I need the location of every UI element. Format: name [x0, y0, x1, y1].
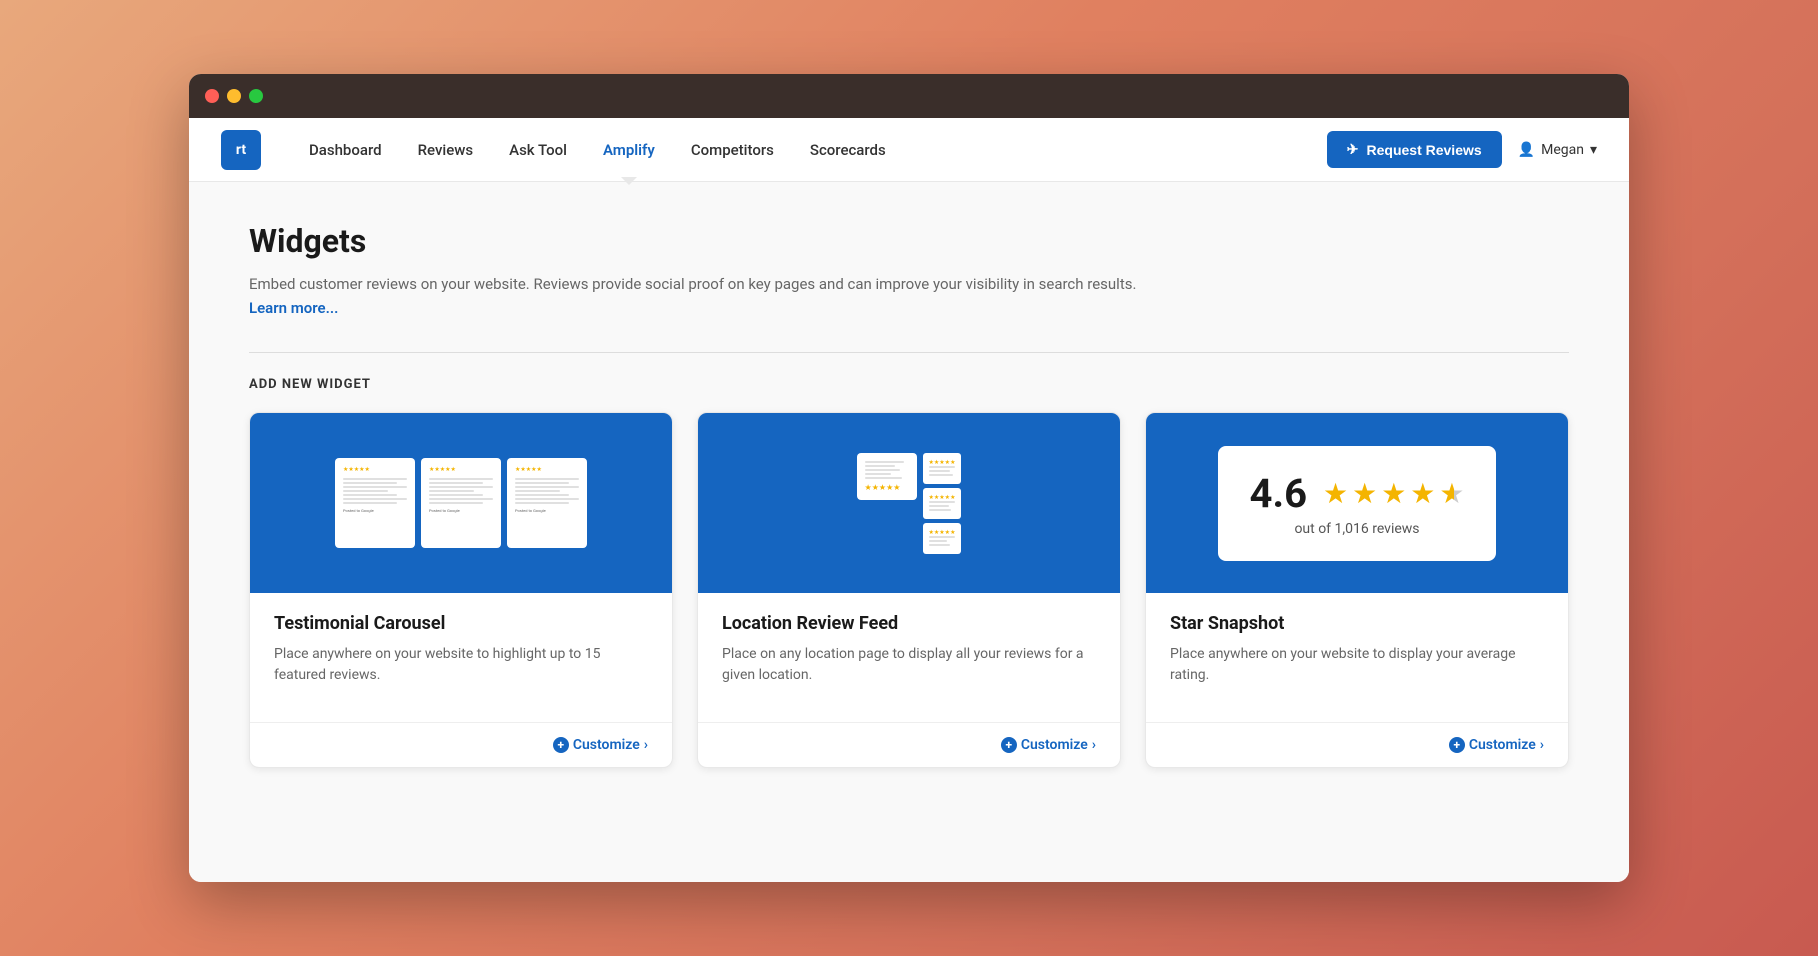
mini-stars-3: ★★★★★ [515, 466, 579, 474]
widget-desc-carousel: Place anywhere on your website to highli… [274, 644, 648, 686]
browser-window: rt Dashboard Reviews Ask Tool Amplify Co… [189, 74, 1629, 882]
plus-icon-feed: + [1001, 737, 1017, 753]
page-description-text: Embed customer reviews on your website. … [249, 275, 1136, 293]
page-title: Widgets [249, 222, 1569, 260]
customize-label-snapshot: Customize [1469, 737, 1536, 753]
widget-card-testimonial-carousel: ★★★★★ Posted to Google ★★★★★ [249, 412, 673, 768]
snapshot-preview: 4.6 ★ ★ ★ ★ ★ out of 1,016 reviews [1218, 446, 1497, 561]
chevron-down-icon: ▾ [1590, 142, 1597, 158]
navbar: rt Dashboard Reviews Ask Tool Amplify Co… [189, 118, 1629, 182]
widget-footer-carousel: + Customize › [250, 722, 672, 767]
feed-row-2: ★★★★★ [923, 488, 962, 519]
chevron-right-snapshot: › [1540, 737, 1544, 753]
browser-titlebar [189, 74, 1629, 118]
mini-stars-1: ★★★★★ [343, 466, 407, 474]
widget-desc-snapshot: Place anywhere on your website to displa… [1170, 644, 1544, 686]
user-name: Megan [1541, 142, 1584, 158]
widget-name-feed: Location Review Feed [722, 613, 1096, 634]
page-description: Embed customer reviews on your website. … [249, 272, 1149, 320]
star-2: ★ [1352, 477, 1377, 510]
nav-item-competitors[interactable]: Competitors [675, 133, 790, 167]
feed-preview: ★★★★★ ★★★★★ ★★★★★ [857, 453, 962, 554]
mini-review-2: ★★★★★ Posted to Google [421, 458, 501, 548]
nav-links: Dashboard Reviews Ask Tool Amplify Compe… [293, 133, 1327, 167]
feed-right: ★★★★★ ★★★★★ [923, 453, 962, 554]
plus-icon-carousel: + [553, 737, 569, 753]
widget-preview-feed: ★★★★★ ★★★★★ ★★★★★ [698, 413, 1120, 593]
widget-info-feed: Location Review Feed Place on any locati… [698, 593, 1120, 722]
widget-footer-snapshot: + Customize › [1146, 722, 1568, 767]
widgets-grid: ★★★★★ Posted to Google ★★★★★ [249, 412, 1569, 768]
learn-more-link[interactable]: Learn more... [249, 299, 338, 317]
user-icon: 👤 [1518, 142, 1535, 158]
star-half: ★ [1439, 477, 1464, 510]
chevron-right-carousel: › [644, 737, 648, 753]
customize-link-snapshot[interactable]: + Customize › [1449, 737, 1544, 753]
feed-left-stars: ★★★★★ [865, 483, 909, 492]
request-reviews-label: Request Reviews [1367, 142, 1482, 158]
page-header: Widgets Embed customer reviews on your w… [249, 222, 1569, 320]
widget-card-location-feed: ★★★★★ ★★★★★ ★★★★★ [697, 412, 1121, 768]
snapshot-count: out of 1,016 reviews [1250, 521, 1465, 537]
star-4: ★ [1410, 477, 1435, 510]
traffic-light-yellow[interactable] [227, 89, 241, 103]
widget-name-carousel: Testimonial Carousel [274, 613, 648, 634]
nav-item-reviews[interactable]: Reviews [402, 133, 490, 167]
mini-stars-2: ★★★★★ [429, 466, 493, 474]
widget-preview-snapshot: 4.6 ★ ★ ★ ★ ★ out of 1,016 reviews [1146, 413, 1568, 593]
add-widget-label: ADD NEW WIDGET [249, 377, 1569, 392]
traffic-light-green[interactable] [249, 89, 263, 103]
customize-link-feed[interactable]: + Customize › [1001, 737, 1096, 753]
logo-icon: rt [221, 130, 261, 170]
nav-item-scorecards[interactable]: Scorecards [794, 133, 902, 167]
mini-review-3: ★★★★★ Posted to Google [507, 458, 587, 548]
feed-row-1: ★★★★★ [923, 453, 962, 484]
section-divider [249, 352, 1569, 353]
traffic-light-red[interactable] [205, 89, 219, 103]
snapshot-rating: 4.6 [1250, 470, 1308, 517]
nav-item-ask-tool[interactable]: Ask Tool [493, 133, 583, 167]
feed-left: ★★★★★ [857, 453, 917, 500]
nav-item-dashboard[interactable]: Dashboard [293, 133, 398, 167]
widget-footer-feed: + Customize › [698, 722, 1120, 767]
widget-preview-carousel: ★★★★★ Posted to Google ★★★★★ [250, 413, 672, 593]
feed-row-3: ★★★★★ [923, 523, 962, 554]
chevron-right-feed: › [1092, 737, 1096, 753]
nav-right: ✈ Request Reviews 👤 Megan ▾ [1327, 131, 1597, 168]
snapshot-stars: ★ ★ ★ ★ ★ [1323, 477, 1464, 510]
plus-icon-snapshot: + [1449, 737, 1465, 753]
logo: rt [221, 130, 261, 170]
request-reviews-button[interactable]: ✈ Request Reviews [1327, 131, 1502, 168]
customize-link-carousel[interactable]: + Customize › [553, 737, 648, 753]
send-icon: ✈ [1347, 141, 1359, 158]
widget-info-carousel: Testimonial Carousel Place anywhere on y… [250, 593, 672, 722]
widget-desc-feed: Place on any location page to display al… [722, 644, 1096, 686]
customize-label-feed: Customize [1021, 737, 1088, 753]
widget-info-snapshot: Star Snapshot Place anywhere on your web… [1146, 593, 1568, 722]
mini-review-1: ★★★★★ Posted to Google [335, 458, 415, 548]
star-3: ★ [1381, 477, 1406, 510]
widget-name-snapshot: Star Snapshot [1170, 613, 1544, 634]
nav-item-amplify[interactable]: Amplify [587, 133, 671, 167]
user-menu[interactable]: 👤 Megan ▾ [1518, 142, 1597, 158]
customize-label-carousel: Customize [573, 737, 640, 753]
logo-text: rt [236, 142, 246, 158]
widget-card-star-snapshot: 4.6 ★ ★ ★ ★ ★ out of 1,016 reviews [1145, 412, 1569, 768]
carousel-preview: ★★★★★ Posted to Google ★★★★★ [335, 458, 587, 548]
star-1: ★ [1323, 477, 1348, 510]
main-content: Widgets Embed customer reviews on your w… [189, 182, 1629, 882]
